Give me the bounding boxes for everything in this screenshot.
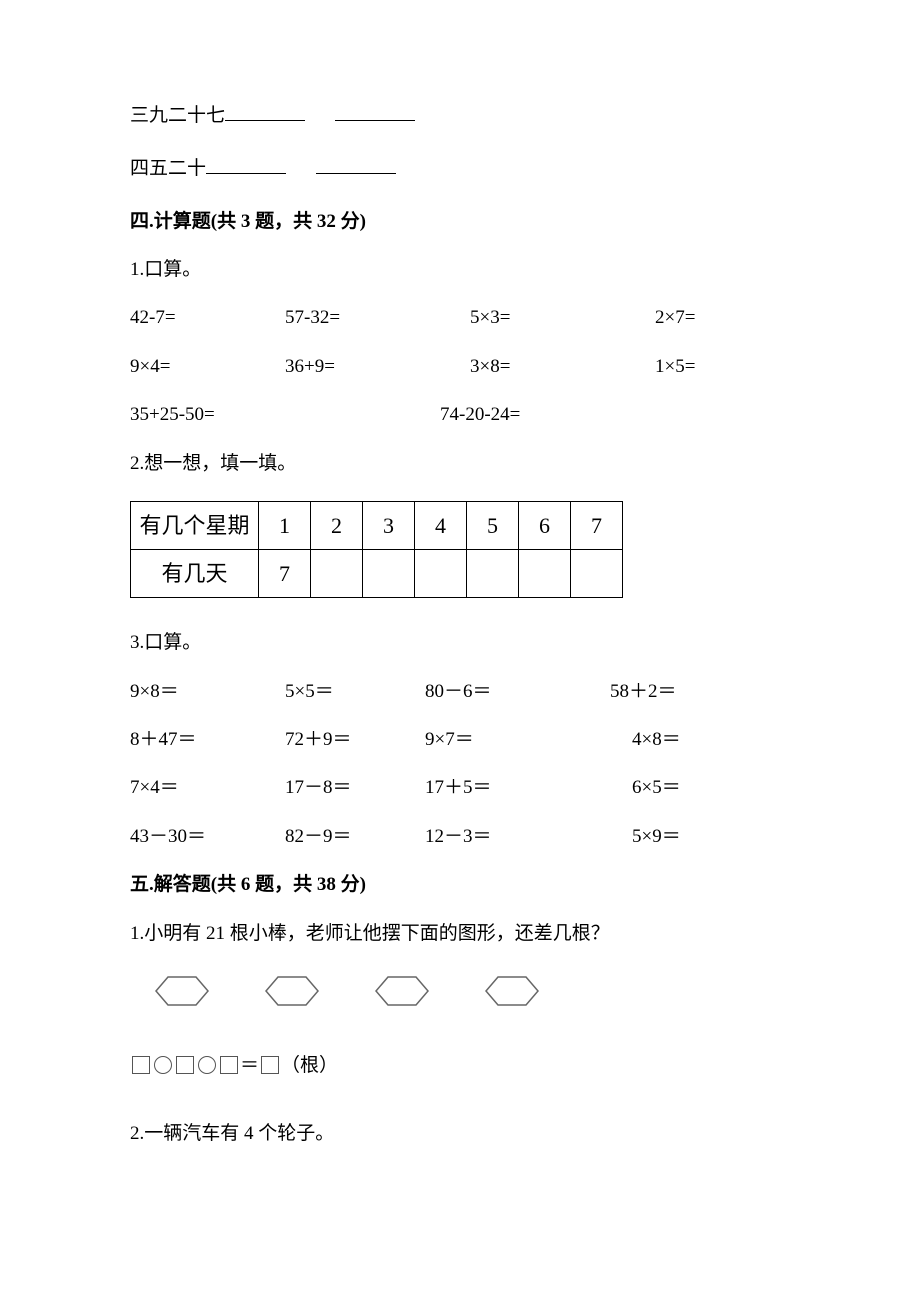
circle-placeholder-icon[interactable] [198, 1056, 216, 1074]
q5-1-title: 1.小明有 21 根小棒，老师让他摆下面的图形，还差几根？ [130, 919, 790, 949]
calc-item: 80－6＝ [425, 677, 610, 707]
calc-item: 1×5= [655, 352, 695, 382]
calc-item: 6×5＝ [610, 773, 681, 803]
hexagon-icon [252, 971, 332, 1011]
table-header-days: 有几天 [131, 550, 259, 598]
table-cell: 6 [519, 501, 571, 549]
table-cell: 7 [571, 501, 623, 549]
table-cell[interactable] [571, 550, 623, 598]
calc-row: 7×4＝ 17－8＝ 17＋5＝ 6×5＝ [130, 773, 790, 803]
table-cell: 4 [415, 501, 467, 549]
calc-item: 3×8= [470, 352, 655, 382]
table-row: 有几天 7 [131, 550, 623, 598]
table-row: 有几个星期 1 2 3 4 5 6 7 [131, 501, 623, 549]
weeks-table: 有几个星期 1 2 3 4 5 6 7 有几天 7 [130, 501, 623, 598]
calc-item: 17－8＝ [285, 773, 425, 803]
table-cell[interactable] [467, 550, 519, 598]
blank[interactable] [225, 100, 305, 121]
q4-3-title: 3.口算。 [130, 628, 790, 658]
calc-row: 35+25-50= 74-20-24= [130, 400, 790, 430]
calc-item: 4×8＝ [610, 725, 681, 755]
calc-item: 2×7= [655, 303, 695, 333]
calc-row: 9×8＝ 5×5＝ 80－6＝ 58＋2＝ [130, 677, 790, 707]
calc-row: 42-7= 57-32= 5×3= 2×7= [130, 303, 790, 333]
table-cell[interactable] [363, 550, 415, 598]
calc-item: 57-32= [285, 303, 470, 333]
calc-item: 5×5＝ [285, 677, 425, 707]
blank[interactable] [316, 153, 396, 174]
calc-item: 58＋2＝ [610, 677, 677, 707]
hexagon-row [142, 971, 790, 1011]
table-cell: 2 [311, 501, 363, 549]
calc-item: 72＋9＝ [285, 725, 425, 755]
blank[interactable] [335, 100, 415, 121]
calc-item: 8＋47＝ [130, 725, 285, 755]
fill-text-1: 三九二十七 [130, 105, 225, 126]
calc-item: 12－3＝ [425, 822, 610, 852]
table-cell[interactable]: 7 [259, 550, 311, 598]
circle-placeholder-icon[interactable] [154, 1056, 172, 1074]
formula-unit: （根） [281, 1055, 338, 1076]
calc-item: 35+25-50= [130, 400, 440, 430]
square-placeholder-icon[interactable] [176, 1056, 194, 1074]
calc-item: 42-7= [130, 303, 285, 333]
table-cell: 3 [363, 501, 415, 549]
fill-line-1: 三九二十七 [130, 100, 790, 131]
table-cell[interactable] [519, 550, 571, 598]
q4-2-title: 2.想一想，填一填。 [130, 449, 790, 479]
calc-item: 9×8＝ [130, 677, 285, 707]
table-cell: 5 [467, 501, 519, 549]
section-5-header: 五.解答题(共 6 题，共 38 分) [130, 870, 790, 900]
q5-2-title: 2.一辆汽车有 4 个轮子。 [130, 1119, 790, 1149]
calc-item: 7×4＝ [130, 773, 285, 803]
calc-item: 9×4= [130, 352, 285, 382]
calc-item: 82－9＝ [285, 822, 425, 852]
section-4-header: 四.计算题(共 3 题，共 32 分) [130, 207, 790, 237]
calc-item: 17＋5＝ [425, 773, 610, 803]
calc-item: 5×3= [470, 303, 655, 333]
hexagon-icon [362, 971, 442, 1011]
fill-line-2: 四五二十 [130, 153, 790, 184]
calc-item: 74-20-24= [440, 400, 520, 430]
hexagon-icon [142, 971, 222, 1011]
q4-1-title: 1.口算。 [130, 255, 790, 285]
formula-template: ＝（根） [130, 1051, 790, 1081]
table-header-weeks: 有几个星期 [131, 501, 259, 549]
square-placeholder-icon[interactable] [220, 1056, 238, 1074]
calc-row: 43－30＝ 82－9＝ 12－3＝ 5×9＝ [130, 822, 790, 852]
calc-item: 5×9＝ [610, 822, 681, 852]
hexagon-icon [472, 971, 552, 1011]
calc-item: 9×7＝ [425, 725, 610, 755]
square-placeholder-icon[interactable] [261, 1056, 279, 1074]
calc-item: 36+9= [285, 352, 470, 382]
table-cell[interactable] [415, 550, 467, 598]
calc-item: 43－30＝ [130, 822, 285, 852]
calc-row: 8＋47＝ 72＋9＝ 9×7＝ 4×8＝ [130, 725, 790, 755]
table-cell[interactable] [311, 550, 363, 598]
table-cell: 1 [259, 501, 311, 549]
square-placeholder-icon[interactable] [132, 1056, 150, 1074]
blank[interactable] [206, 153, 286, 174]
calc-row: 9×4= 36+9= 3×8= 1×5= [130, 352, 790, 382]
fill-text-2: 四五二十 [130, 158, 206, 179]
